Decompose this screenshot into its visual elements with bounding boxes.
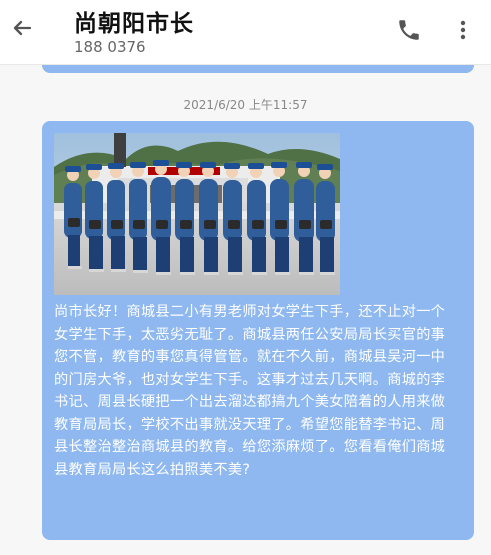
call-button[interactable] <box>395 16 423 44</box>
chat-header: 尚朝阳市长 188 0376 <box>0 0 491 65</box>
back-button[interactable] <box>8 14 36 42</box>
message-text: 尚市长好！商城县二小有男老师对女学生下手，还不止对一个女学生下手，太恶劣无耻了。… <box>54 304 446 478</box>
chat-screen: 尚朝阳市长 188 0376 2021/6/20 上午11:57 尚市长好！商城… <box>0 0 491 555</box>
message-timestamp: 2021/6/20 上午11:57 <box>183 98 308 112</box>
message-bubble[interactable]: 尚市长好！商城县二小有男老师对女学生下手，还不止对一个女学生下手，太恶劣无耻了。… <box>42 121 474 540</box>
previous-message-bubble <box>42 65 474 73</box>
contact-name: 尚朝阳市长 <box>74 11 194 37</box>
message-photo[interactable] <box>54 133 340 295</box>
arrow-left-icon <box>13 20 32 36</box>
more-vertical-icon <box>460 20 466 40</box>
group-photo-image <box>54 133 340 295</box>
more-button[interactable] <box>453 16 473 44</box>
phone-icon <box>399 20 419 40</box>
contact-phone: 188 0376 <box>74 38 146 56</box>
chat-thread[interactable]: 2021/6/20 上午11:57 尚市长好！商城县二小有男老师对女学生下手，还… <box>0 65 491 555</box>
